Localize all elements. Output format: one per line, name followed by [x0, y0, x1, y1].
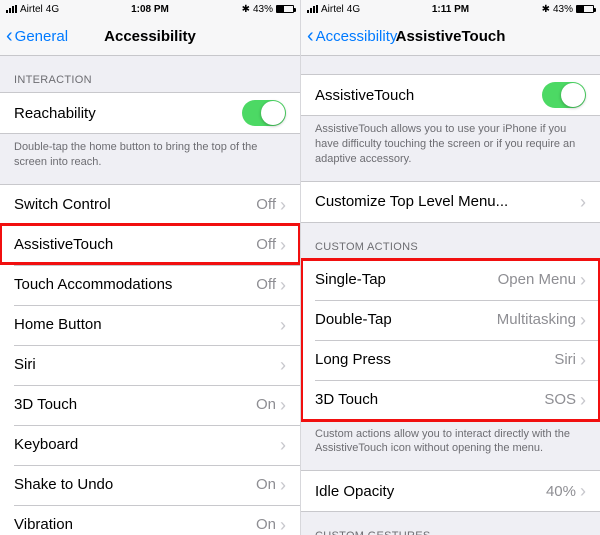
section-header-interaction: INTERACTION — [0, 56, 300, 92]
row-keyboard[interactable]: Keyboard › — [0, 425, 300, 465]
back-label: Accessibility — [316, 28, 398, 45]
row-idle-opacity[interactable]: Idle Opacity 40% › — [301, 471, 600, 511]
row-label: Customize Top Level Menu... — [315, 193, 580, 210]
status-bar: Airtel 4G 1:11 PM ✱ 43% — [301, 0, 600, 18]
row-label: Home Button — [14, 316, 280, 333]
row-label: Reachability — [14, 105, 242, 122]
row-3d-touch[interactable]: 3D Touch On › — [0, 385, 300, 425]
chevron-right-icon: › — [580, 391, 586, 409]
screen-assistivetouch: Airtel 4G 1:11 PM ✱ 43% ‹ Accessibility … — [300, 0, 600, 535]
row-value: On — [256, 476, 276, 493]
chevron-right-icon: › — [280, 476, 286, 494]
row-value: Off — [256, 196, 276, 213]
chevron-right-icon: › — [280, 516, 286, 534]
back-button[interactable]: ‹ General — [6, 28, 68, 46]
chevron-right-icon: › — [280, 276, 286, 294]
section-header-custom-gestures: CUSTOM GESTURES — [301, 512, 600, 535]
row-customize-top-level[interactable]: Customize Top Level Menu... › — [301, 182, 600, 222]
battery-icon — [276, 5, 294, 13]
toggle-assistivetouch[interactable] — [542, 82, 586, 108]
chevron-left-icon: ‹ — [6, 26, 13, 46]
row-label: Siri — [14, 356, 280, 373]
back-label: General — [15, 28, 68, 45]
battery-icon — [576, 5, 594, 13]
screen-accessibility: Airtel 4G 1:08 PM ✱ 43% ‹ General Access… — [0, 0, 300, 535]
chevron-right-icon: › — [580, 271, 586, 289]
row-long-press[interactable]: Long Press Siri › — [301, 340, 600, 380]
row-label: Single-Tap — [315, 271, 498, 288]
section-header-custom-actions: CUSTOM ACTIONS — [301, 223, 600, 259]
row-double-tap[interactable]: Double-Tap Multitasking › — [301, 300, 600, 340]
row-assistivetouch[interactable]: AssistiveTouch Off › — [0, 225, 300, 265]
nav-bar: ‹ Accessibility AssistiveTouch — [301, 18, 600, 56]
row-label: Idle Opacity — [315, 483, 546, 500]
row-label: Keyboard — [14, 436, 280, 453]
content: INTERACTION Reachability Double-tap the … — [0, 56, 300, 535]
row-label: Double-Tap — [315, 311, 497, 328]
chevron-left-icon: ‹ — [307, 26, 314, 46]
row-value: On — [256, 396, 276, 413]
row-value: Open Menu — [498, 271, 576, 288]
row-siri[interactable]: Siri › — [0, 345, 300, 385]
interaction-rows-group: Switch Control Off › AssistiveTouch Off … — [0, 184, 300, 535]
row-switch-control[interactable]: Switch Control Off › — [0, 185, 300, 225]
row-label: AssistiveTouch — [14, 236, 256, 253]
section-footer: AssistiveTouch allows you to use your iP… — [301, 116, 600, 181]
row-value: On — [256, 516, 276, 533]
row-assistivetouch-toggle[interactable]: AssistiveTouch — [301, 75, 600, 115]
clock: 1:08 PM — [0, 4, 300, 15]
row-3d-touch-action[interactable]: 3D Touch SOS › — [301, 380, 600, 420]
row-label: Touch Accommodations — [14, 276, 256, 293]
section-footer: Custom actions allow you to interact dir… — [301, 421, 600, 471]
chevron-right-icon: › — [280, 356, 286, 374]
chevron-right-icon: › — [580, 311, 586, 329]
row-single-tap[interactable]: Single-Tap Open Menu › — [301, 260, 600, 300]
back-button[interactable]: ‹ Accessibility — [307, 28, 397, 46]
row-label: Switch Control — [14, 196, 256, 213]
chevron-right-icon: › — [280, 236, 286, 254]
row-vibration[interactable]: Vibration On › — [0, 505, 300, 535]
custom-actions-group: Single-Tap Open Menu › Double-Tap Multit… — [301, 259, 600, 421]
row-reachability[interactable]: Reachability — [0, 93, 300, 133]
row-label: 3D Touch — [14, 396, 256, 413]
toggle-reachability[interactable] — [242, 100, 286, 126]
row-value: 40% — [546, 483, 576, 500]
row-value: Off — [256, 236, 276, 253]
row-label: AssistiveTouch — [315, 87, 542, 104]
chevron-right-icon: › — [580, 193, 586, 211]
status-bar: Airtel 4G 1:08 PM ✱ 43% — [0, 0, 300, 18]
chevron-right-icon: › — [280, 396, 286, 414]
row-shake-to-undo[interactable]: Shake to Undo On › — [0, 465, 300, 505]
row-value: Off — [256, 276, 276, 293]
row-label: Vibration — [14, 516, 256, 533]
row-label: 3D Touch — [315, 391, 544, 408]
row-label: Long Press — [315, 351, 554, 368]
row-touch-accommodations[interactable]: Touch Accommodations Off › — [0, 265, 300, 305]
row-home-button[interactable]: Home Button › — [0, 305, 300, 345]
row-value: Siri — [554, 351, 576, 368]
chevron-right-icon: › — [280, 316, 286, 334]
chevron-right-icon: › — [280, 196, 286, 214]
nav-bar: ‹ General Accessibility — [0, 18, 300, 56]
chevron-right-icon: › — [580, 351, 586, 369]
row-value: SOS — [544, 391, 576, 408]
row-value: Multitasking — [497, 311, 576, 328]
content: AssistiveTouch AssistiveTouch allows you… — [301, 56, 600, 535]
chevron-right-icon: › — [580, 482, 586, 500]
chevron-right-icon: › — [280, 436, 286, 454]
section-footer: Double-tap the home button to bring the … — [0, 134, 300, 184]
row-label: Shake to Undo — [14, 476, 256, 493]
clock: 1:11 PM — [301, 4, 600, 15]
